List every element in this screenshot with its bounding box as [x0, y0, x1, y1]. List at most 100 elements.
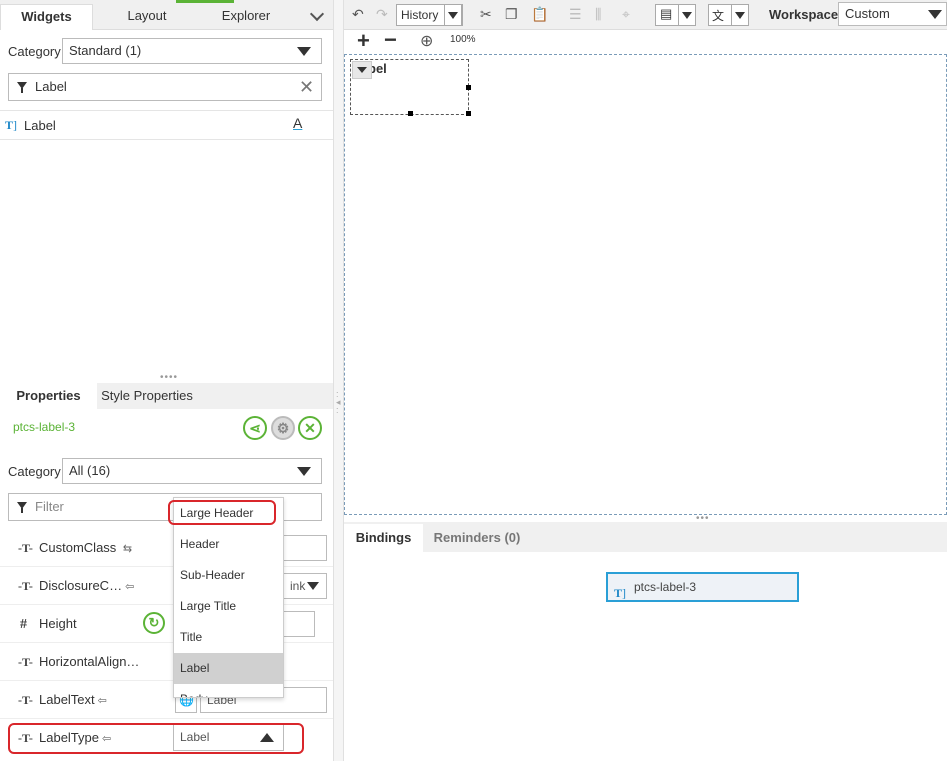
- fit-icon[interactable]: ⊕: [420, 31, 433, 51]
- tab-explorer[interactable]: Explorer: [196, 4, 296, 30]
- large-header-highlight: [168, 500, 276, 525]
- vertical-splitter[interactable]: : ◂:: [333, 0, 344, 761]
- align-horizontal-icon[interactable]: ☰: [569, 6, 582, 23]
- tab-bindings[interactable]: Bindings: [344, 524, 423, 552]
- tab-properties[interactable]: Properties: [0, 383, 97, 409]
- property-name: LabelText ⇦: [39, 692, 107, 707]
- align-vertical-icon[interactable]: ⫼: [595, 6, 601, 23]
- history-dropdown[interactable]: [444, 4, 462, 26]
- caret-down-icon: [682, 12, 692, 19]
- disclosure-value: ink: [290, 579, 306, 593]
- caret-down-icon: [307, 582, 319, 590]
- tab-layout[interactable]: Layout: [98, 4, 196, 30]
- labeltype-dropdown: Large Header Header Sub-Header Large Tit…: [173, 497, 284, 698]
- height-input[interactable]: [283, 611, 315, 637]
- undo-icon[interactable]: ↶: [352, 6, 364, 23]
- two-way-bind-icon: ⇆: [122, 543, 133, 555]
- caret-down-icon: [448, 12, 458, 19]
- history-label: History: [401, 8, 439, 22]
- option-large-title[interactable]: Large Title: [174, 591, 283, 622]
- translate-glyph-icon: 文: [712, 9, 725, 23]
- binding-widget-name: ptcs-label-3: [634, 580, 697, 594]
- label-widget[interactable]: bel: [350, 59, 471, 116]
- translate-dropdown[interactable]: [731, 4, 749, 26]
- property-name: DisclosureC… ⇦: [39, 578, 135, 593]
- refresh-icon[interactable]: ↻: [143, 612, 165, 634]
- props-category-select[interactable]: All (16): [62, 458, 322, 484]
- left-panel: Widgets Layout Explorer Category Standar…: [0, 0, 333, 761]
- text-type-icon: -T-: [18, 655, 33, 669]
- layout-dropdown[interactable]: [678, 4, 696, 26]
- design-canvas[interactable]: + − ⊕ 100% bel: [344, 29, 947, 515]
- tab-style-properties[interactable]: Style Properties: [97, 383, 197, 409]
- option-header[interactable]: Header: [174, 529, 283, 560]
- tab-reminders[interactable]: Reminders (0): [423, 524, 531, 552]
- caret-down-icon: [357, 67, 367, 73]
- workspace-value: Custom: [845, 6, 890, 21]
- widget-list-item[interactable]: T] Label A: [0, 110, 333, 140]
- bindings-tab-bar: Bindings Reminders (0): [344, 522, 947, 552]
- labeltype-highlight: [8, 723, 304, 754]
- category-select[interactable]: Standard (1): [62, 38, 322, 64]
- caret-down-icon: [297, 47, 311, 56]
- cut-icon[interactable]: ✂: [480, 6, 492, 23]
- copy-icon[interactable]: ❐: [505, 6, 518, 23]
- zoom-level: 100%: [450, 34, 476, 45]
- caret-down-icon: [735, 12, 745, 19]
- resize-handle[interactable]: [466, 85, 471, 90]
- redo-icon[interactable]: ↷: [376, 6, 388, 23]
- disclosure-select[interactable]: ink: [283, 573, 327, 599]
- category-label: Category: [8, 44, 61, 59]
- option-sub-header[interactable]: Sub-Header: [174, 560, 283, 591]
- option-label[interactable]: Label: [174, 653, 283, 684]
- option-title[interactable]: Title: [174, 622, 283, 653]
- filter-icon: [17, 502, 27, 513]
- properties-tab-bar: Properties Style Properties: [0, 383, 333, 409]
- paste-icon[interactable]: 📋: [531, 6, 548, 23]
- tab-widgets[interactable]: Widgets: [0, 4, 93, 30]
- widget-menu-button[interactable]: [352, 61, 372, 79]
- resize-handle[interactable]: [408, 111, 413, 116]
- binding-widget-chip[interactable]: T] ptcs-label-3: [606, 572, 799, 602]
- translate-icon[interactable]: 文: [708, 4, 732, 26]
- widget-item-label: Label: [24, 118, 56, 133]
- close-icon[interactable]: ✕: [298, 416, 322, 440]
- splitter-handle[interactable]: ••••: [160, 372, 178, 383]
- option-body[interactable]: Body: [174, 684, 283, 697]
- widget-filter-input[interactable]: Label ✕: [8, 73, 322, 101]
- props-category-value: All (16): [69, 463, 111, 478]
- workspace-label: Workspace: [769, 7, 839, 22]
- chevron-down-icon[interactable]: [309, 6, 325, 22]
- top-tab-bar: Widgets Layout Explorer: [0, 0, 333, 30]
- property-name: HorizontalAlign…: [39, 654, 140, 669]
- category-value: Standard (1): [69, 43, 142, 58]
- bind-in-icon: ⇦: [97, 695, 107, 707]
- label-widget-icon: T]: [5, 118, 18, 132]
- clear-icon[interactable]: ✕: [299, 74, 314, 100]
- label-widget-icon: T]: [614, 586, 627, 600]
- resize-handle[interactable]: [466, 111, 471, 116]
- center-icon[interactable]: ⌖: [622, 6, 630, 23]
- mashup-container[interactable]: bel: [344, 54, 947, 515]
- customclass-input[interactable]: [283, 535, 327, 561]
- layout-icon[interactable]: ▤: [655, 4, 679, 26]
- filter-icon: [17, 82, 27, 93]
- workspace-select[interactable]: Custom: [838, 2, 947, 26]
- splitter-grip-icon: : ◂:: [336, 389, 341, 415]
- text-type-icon: -T-: [18, 579, 33, 593]
- layout-glyph-icon: ▤: [660, 6, 673, 21]
- text-type-icon: -T-: [18, 541, 33, 555]
- props-category-label: Category: [8, 464, 61, 479]
- active-indicator: [176, 0, 234, 3]
- share-icon[interactable]: ⋖: [243, 416, 267, 440]
- property-name: CustomClass ⇆: [39, 540, 133, 555]
- font-style-icon[interactable]: A: [293, 115, 302, 131]
- number-type-icon: #: [20, 617, 27, 632]
- gear-icon[interactable]: ⚙: [271, 416, 295, 440]
- caret-down-icon: [297, 467, 311, 476]
- zoom-in-icon[interactable]: +: [357, 30, 370, 52]
- property-name: Height: [39, 616, 77, 631]
- text-type-icon: -T-: [18, 693, 33, 707]
- property-filter-placeholder: Filter: [35, 499, 64, 514]
- zoom-out-icon[interactable]: −: [384, 29, 397, 51]
